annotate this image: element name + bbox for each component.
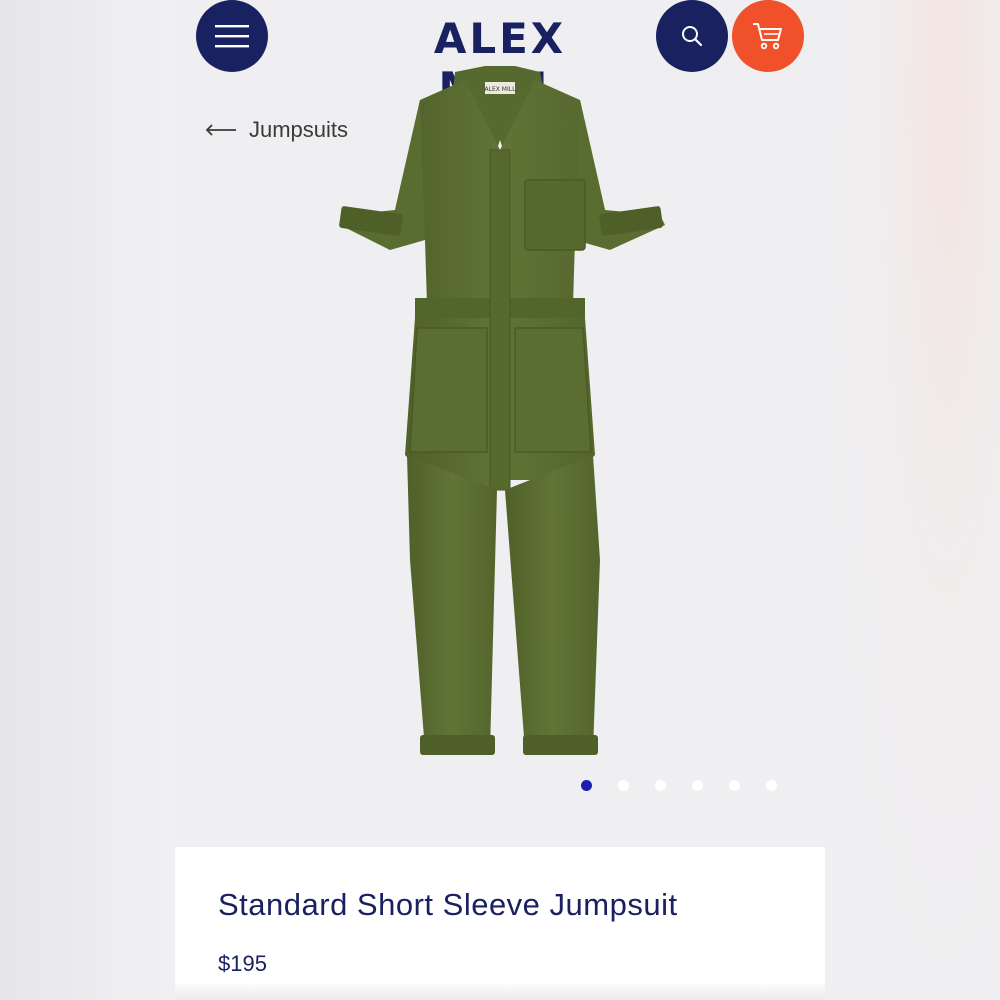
background-right <box>825 0 1000 1000</box>
carousel-dot-5[interactable] <box>729 780 740 791</box>
shopping-cart-icon <box>753 23 782 50</box>
product-price: $195 <box>218 951 267 976</box>
hamburger-menu-icon <box>215 25 249 48</box>
carousel-dot-4[interactable] <box>692 780 703 791</box>
product-page: ALEX MILL Jumpsuits <box>175 0 825 1000</box>
image-carousel-indicator <box>581 780 777 791</box>
product-info-panel: Standard Short Sleeve Jumpsuit $195 <box>175 847 825 1000</box>
garment-label-text: ALEX MILL <box>485 86 517 93</box>
background-left <box>0 0 175 1000</box>
menu-button[interactable] <box>196 0 268 72</box>
search-icon <box>682 26 703 47</box>
carousel-dot-3[interactable] <box>655 780 666 791</box>
left-arrow-icon <box>205 124 236 136</box>
carousel-dot-2[interactable] <box>618 780 629 791</box>
carousel-dot-1[interactable] <box>581 780 592 791</box>
carousel-dot-6[interactable] <box>766 780 777 791</box>
product-title: Standard Short Sleeve Jumpsuit <box>218 887 678 922</box>
product-image[interactable]: ALEX MILL <box>325 60 675 770</box>
cart-button[interactable] <box>732 0 804 72</box>
bottom-toolbar-edge <box>175 982 825 1000</box>
